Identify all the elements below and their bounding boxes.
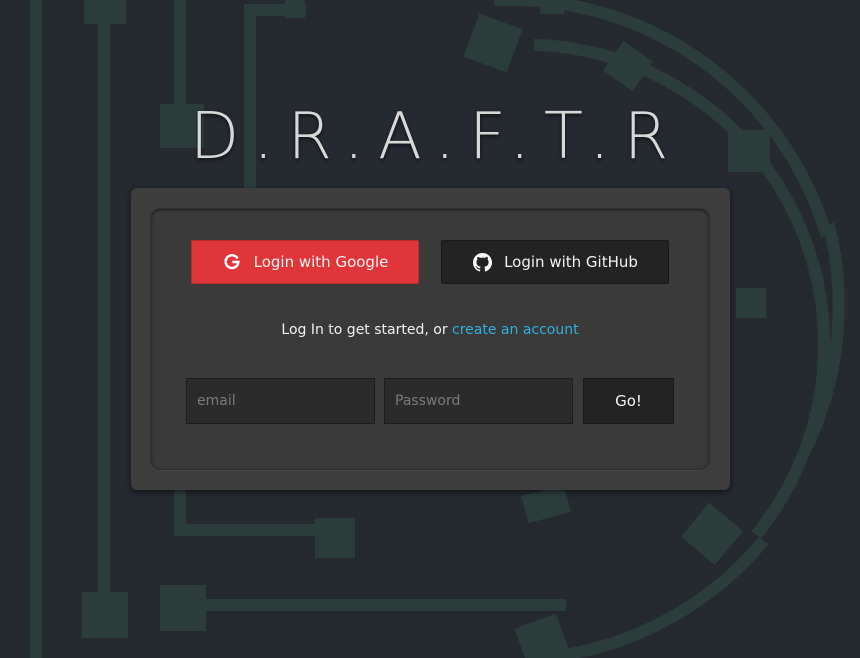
login-card: Login with Google Login with GitHub Log …	[131, 188, 730, 490]
github-icon	[472, 252, 492, 272]
signup-prompt: Log In to get started, or create an acco…	[151, 322, 709, 338]
login-github-button[interactable]: Login with GitHub	[441, 240, 669, 284]
email-field[interactable]	[186, 378, 375, 424]
prompt-text: Log In to get started, or	[281, 322, 453, 338]
login-page: D.R.A.F.T.R Login with Google Login with…	[0, 0, 860, 658]
github-button-label: Login with GitHub	[504, 253, 638, 271]
create-account-link[interactable]: create an account	[452, 322, 579, 338]
login-panel: Login with Google Login with GitHub Log …	[150, 208, 710, 470]
go-button[interactable]: Go!	[583, 378, 674, 424]
password-field[interactable]	[384, 378, 573, 424]
app-logo: D.R.A.F.T.R	[189, 100, 683, 174]
google-icon	[222, 252, 242, 272]
login-google-button[interactable]: Login with Google	[191, 240, 419, 284]
google-button-label: Login with Google	[253, 253, 389, 271]
